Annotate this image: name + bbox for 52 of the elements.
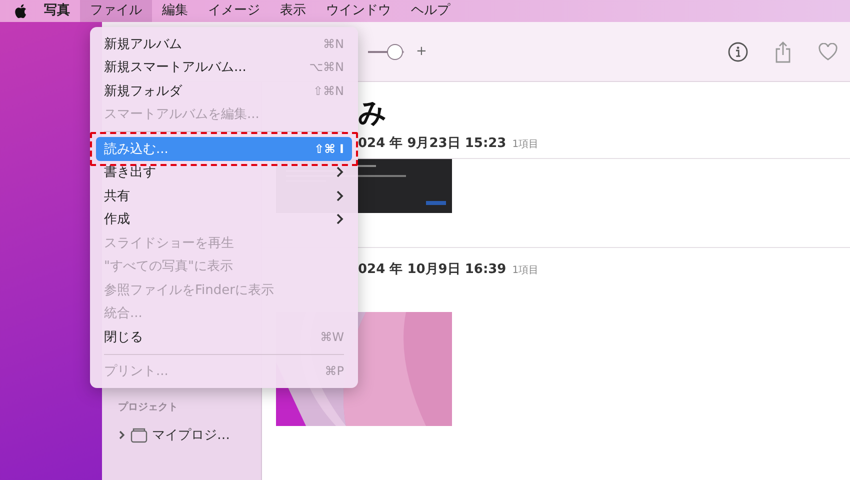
menu-bar-item[interactable]: 写真 [34, 0, 80, 22]
share-icon[interactable] [774, 40, 792, 62]
menu-bar-item[interactable]: 編集 [152, 0, 198, 22]
zoom-in-label[interactable]: + [416, 44, 427, 59]
menu-bar-item[interactable]: ファイル [80, 0, 152, 22]
info-icon[interactable] [728, 42, 748, 62]
menu-item-label: 書き出す [104, 164, 157, 182]
menu-bar-item[interactable]: イメージ [198, 0, 270, 22]
page-title: み [358, 96, 388, 130]
menu-item[interactable]: 新規アルバム ⌘N [96, 32, 352, 56]
menu-item[interactable]: 新規スマートアルバム... ⌥⌘N [96, 56, 352, 79]
item-count: 1項目 [512, 264, 539, 277]
menu-item-label: 参照ファイルをFinderに表示 [104, 282, 275, 299]
shortcut-label: ⇧⌘ I [314, 142, 344, 156]
section-header: プロジェクト [118, 400, 179, 414]
menu-item-label: 新規フォルダ [104, 82, 184, 100]
menu-item-label: スライドショーを再生 [104, 234, 235, 252]
menu-bar-item[interactable]: ヘルプ [401, 0, 460, 22]
menu-item[interactable]: 共有 [96, 184, 352, 208]
shortcut-label: ⇧⌘N [312, 84, 344, 98]
menu-item[interactable]: 書き出す [96, 160, 352, 184]
project-icon [130, 427, 148, 443]
menu-item-label: 閉じる [104, 328, 144, 346]
disclosure-chevron-icon[interactable] [118, 430, 126, 440]
slider-thumb[interactable] [387, 44, 403, 60]
sidebar-item[interactable]: マイプロジ… [152, 426, 230, 444]
menu-item-label: スマートアルバムを編集... [104, 106, 260, 124]
chevron-right-icon [336, 166, 344, 178]
menu-item-label: 新規アルバム [104, 36, 183, 53]
heart-icon[interactable] [818, 42, 838, 60]
menu-item-label: 統合... [104, 305, 144, 322]
menu-item-label: プリント... [104, 363, 170, 380]
menu-item[interactable]: 作成 [96, 208, 352, 231]
date-header: 024 年 10月9日 16:39 [358, 261, 506, 278]
chevron-right-icon [336, 190, 344, 202]
menu-item[interactable]: 閉じる ⌘W [96, 325, 352, 348]
date-header: 024 年 9月23日 15:23 [358, 135, 506, 152]
menu-item[interactable]: 新規フォルダ ⇧⌘N [96, 79, 352, 102]
shortcut-label: ⌘P [324, 364, 344, 378]
menu-bar-item[interactable]: ウインドウ [316, 0, 401, 22]
item-count: 1項目 [512, 138, 539, 151]
apple-logo-icon[interactable] [14, 3, 28, 19]
menu-item-label: 作成 [104, 211, 131, 228]
chevron-right-icon [336, 213, 344, 226]
menu-item-label: 読み込む... [104, 140, 170, 158]
menu-item-label: "すべての写真"に表示 [104, 258, 234, 276]
menu-bar-item[interactable]: 表示 [270, 0, 316, 22]
shortcut-label: ⌘N [323, 36, 344, 51]
shortcut-label: ⌘W [320, 330, 344, 344]
menu-item-label: 新規スマートアルバム... [104, 59, 248, 76]
shortcut-label: ⌥⌘N [309, 60, 344, 74]
menu-item-label: 共有 [104, 188, 131, 205]
